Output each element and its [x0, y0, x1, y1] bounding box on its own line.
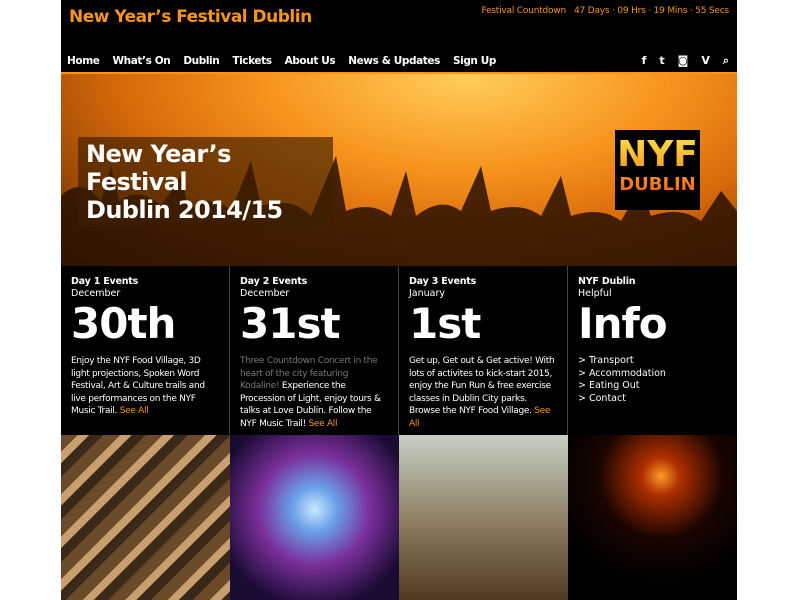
- vine-icon[interactable]: V: [701, 54, 710, 68]
- hero-banner: New Year’s Festival Dublin 2014/15 NYF DUB…: [61, 74, 737, 266]
- column-month: December: [240, 288, 290, 299]
- instagram-icon[interactable]: ◙: [678, 54, 689, 68]
- column-date: 30th: [71, 299, 176, 348]
- column-subheading: Helpful: [578, 288, 612, 299]
- info-links: > Transport > Accommodation > Eating Out…: [578, 355, 727, 405]
- nav-about-us[interactable]: About Us: [285, 55, 336, 67]
- nav-tickets[interactable]: Tickets: [232, 55, 272, 67]
- column-heading: Day 1 Events: [71, 276, 139, 287]
- twitter-icon[interactable]: t: [659, 54, 664, 68]
- countdown-value: 47 Days · 09 Hrs · 19 Mins · 55 Secs: [574, 6, 729, 16]
- hero-title: New Year’s Festival Dublin 2014/15: [78, 137, 333, 227]
- fire-performer-photo[interactable]: [568, 435, 737, 600]
- nav-whats-on[interactable]: What’s On: [112, 55, 170, 67]
- countdown: Festival Countdown 47 Days · 09 Hrs · 19 …: [473, 6, 729, 16]
- column-text: Get up, Get out & Get active! With lots …: [409, 355, 557, 430]
- column-title: Info: [578, 299, 668, 348]
- see-all-link[interactable]: See All: [120, 406, 149, 416]
- column-heading: Day 3 Events: [409, 276, 477, 287]
- day2-column: Day 2 Events December 31st Three Countdo…: [230, 266, 399, 435]
- food-village-photo[interactable]: [61, 435, 230, 600]
- hero-title-line2: Dublin 2014/15: [86, 196, 283, 224]
- nyf-logo: NYF DUBLIN: [615, 130, 700, 210]
- facebook-icon[interactable]: f: [642, 54, 647, 68]
- site-title[interactable]: New Year’s Festival Dublin: [69, 7, 312, 27]
- see-all-link[interactable]: See All: [309, 419, 338, 429]
- column-heading: NYF Dublin: [578, 276, 636, 287]
- column-text: Enjoy the NYF Food Village, 3D light pro…: [71, 355, 219, 418]
- link-accommodation[interactable]: > Accommodation: [578, 368, 727, 381]
- nav-home[interactable]: Home: [67, 55, 100, 67]
- countdown-label: Festival Countdown: [481, 6, 567, 16]
- nav-sign-up[interactable]: Sign Up: [453, 55, 496, 67]
- logo-top: NYF: [615, 136, 700, 174]
- main-nav: Home What’s On Dublin Tickets About Us N…: [67, 55, 509, 67]
- link-transport[interactable]: > Transport: [578, 355, 727, 368]
- link-eating-out[interactable]: > Eating Out: [578, 380, 727, 393]
- link-contact[interactable]: > Contact: [578, 393, 727, 406]
- day1-column: Day 1 Events December 30th Enjoy the NYF…: [61, 266, 230, 435]
- day3-column: Day 3 Events January 1st Get up, Get out…: [399, 266, 568, 435]
- column-date: 1st: [409, 299, 481, 348]
- logo-bottom: DUBLIN: [615, 174, 700, 196]
- info-column: NYF Dublin Helpful Info > Transport > Ac…: [568, 266, 737, 435]
- page: New Year’s Festival Dublin Festival Coun…: [61, 0, 737, 600]
- column-text: Three Countdown Concert in the heart of …: [240, 355, 388, 430]
- column-month: December: [71, 288, 121, 299]
- nav-dublin[interactable]: Dublin: [183, 55, 219, 67]
- column-date: 31st: [240, 299, 341, 348]
- description: Get up, Get out & Get active! With lots …: [409, 356, 555, 416]
- hero-title-line1: New Year’s Festival: [86, 140, 231, 196]
- event-columns: Day 1 Events December 30th Enjoy the NYF…: [61, 266, 737, 435]
- social-links: f t ◙ V ⌕: [642, 54, 729, 68]
- light-projection-photo[interactable]: [230, 435, 399, 600]
- family-walk-photo[interactable]: [399, 435, 568, 600]
- column-heading: Day 2 Events: [240, 276, 308, 287]
- search-icon[interactable]: ⌕: [723, 54, 729, 68]
- nav-news[interactable]: News & Updates: [348, 55, 440, 67]
- photo-row: [61, 435, 737, 600]
- column-month: January: [409, 288, 446, 299]
